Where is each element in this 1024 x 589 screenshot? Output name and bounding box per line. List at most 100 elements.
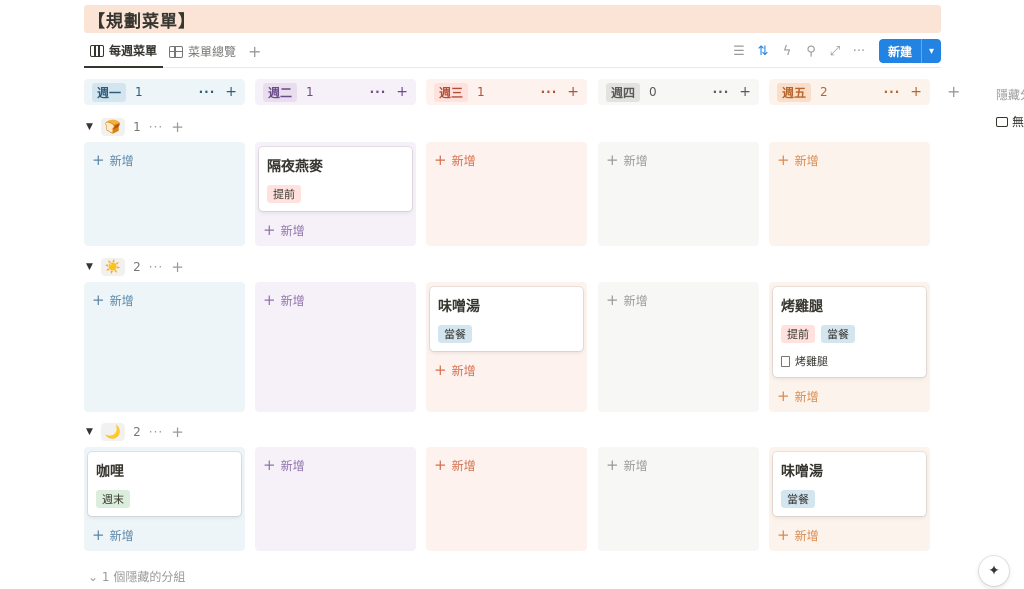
more-icon[interactable]: ··· xyxy=(199,85,216,99)
add-card-button[interactable]: + 新增 xyxy=(263,221,305,239)
filter-icon[interactable]: ☰ xyxy=(727,39,751,63)
add-card-button[interactable]: + 新增 xyxy=(606,456,648,474)
new-button-label[interactable]: 新建 xyxy=(879,39,921,63)
plus-icon[interactable]: + xyxy=(171,423,184,441)
more-icon[interactable]: ··· xyxy=(847,39,871,63)
column-count: 1 xyxy=(306,85,314,99)
plus-icon: + xyxy=(777,526,790,544)
add-label: 新增 xyxy=(623,458,648,473)
group-count: 2 xyxy=(133,260,141,274)
card-miso-soup-2[interactable]: 味噌湯 當餐 xyxy=(773,452,926,516)
column-header-wed[interactable]: 週三 1 ··· + xyxy=(426,79,587,105)
plus-icon[interactable]: + xyxy=(171,118,184,136)
add-card-button[interactable]: + 新增 xyxy=(434,456,476,474)
linked-page-title: 烤雞腿 xyxy=(795,355,828,368)
hidden-group-item[interactable]: 無 xyxy=(996,113,1024,130)
group-count: 1 xyxy=(133,120,141,134)
column-label: 週三 xyxy=(434,82,469,102)
add-label: 新增 xyxy=(280,458,305,473)
add-label: 新增 xyxy=(109,293,134,308)
collapse-triangle-icon[interactable]: ▼ xyxy=(86,427,93,437)
card-title: 咖哩 xyxy=(96,464,124,480)
card-miso-soup[interactable]: 味噌湯 當餐 xyxy=(430,287,583,351)
card-roast-chicken[interactable]: 烤雞腿 提前 當餐 烤雞腿 xyxy=(773,287,926,377)
hidden-group-name: 無 xyxy=(1012,115,1024,129)
add-view-button[interactable]: + xyxy=(242,42,267,61)
tag: 週末 xyxy=(96,490,130,508)
more-icon[interactable]: ··· xyxy=(713,85,730,99)
tab-weekly-menu[interactable]: 每週菜單 xyxy=(84,36,164,68)
plus-icon: + xyxy=(606,151,619,169)
collapse-triangle-icon[interactable]: ▼ xyxy=(86,122,93,132)
add-card-button[interactable]: + 新增 xyxy=(777,151,819,169)
group-header-dinner[interactable]: ▼ 🌙 2 ··· + xyxy=(86,421,184,443)
add-label: 新增 xyxy=(451,458,476,473)
add-label: 新增 xyxy=(451,153,476,168)
plus-icon[interactable]: + xyxy=(225,84,237,100)
sun-icon: ☀️ xyxy=(100,258,126,276)
tab-menu-overview[interactable]: 菜單總覽 xyxy=(163,36,242,68)
add-label: 新增 xyxy=(280,293,305,308)
group-header-breakfast[interactable]: ▼ 🍞 1 ··· + xyxy=(86,116,184,138)
card-curry[interactable]: 咖哩 週末 xyxy=(88,452,241,516)
add-label: 新增 xyxy=(794,389,819,404)
more-icon[interactable]: ··· xyxy=(884,85,901,99)
more-icon[interactable]: ··· xyxy=(149,120,163,134)
add-card-button[interactable]: + 新增 xyxy=(92,151,134,169)
column-count: 2 xyxy=(820,85,828,99)
more-icon[interactable]: ··· xyxy=(370,85,387,99)
add-card-button[interactable]: + 新增 xyxy=(777,387,819,405)
sparkle-icon: ✦ xyxy=(988,563,1000,579)
plus-icon: + xyxy=(606,291,619,309)
expand-icon[interactable]: ⤢ xyxy=(823,39,847,63)
more-icon[interactable]: ··· xyxy=(149,260,163,274)
automation-icon[interactable]: ϟ xyxy=(775,39,799,63)
view-toolbar: ☰ ⇅ ϟ ⚲ ⤢ ··· 新建 ▾ xyxy=(727,39,941,63)
column-header-mon[interactable]: 週一 1 ··· + xyxy=(84,79,245,105)
plus-icon[interactable]: + xyxy=(396,84,408,100)
inbox-icon xyxy=(996,116,1008,127)
add-card-button[interactable]: + 新增 xyxy=(92,291,134,309)
add-card-button[interactable]: + 新增 xyxy=(606,291,648,309)
more-icon[interactable]: ··· xyxy=(541,85,558,99)
add-card-button[interactable]: + 新增 xyxy=(434,361,476,379)
column-header-fri[interactable]: 週五 2 ··· + xyxy=(769,79,930,105)
plus-icon[interactable]: + xyxy=(567,84,579,100)
hidden-groups-text: 1 個隱藏的分組 xyxy=(101,570,186,584)
column-count: 0 xyxy=(649,85,657,99)
add-card-button[interactable]: + 新增 xyxy=(434,151,476,169)
column-header-tue[interactable]: 週二 1 ··· + xyxy=(255,79,416,105)
search-icon[interactable]: ⚲ xyxy=(799,39,823,63)
add-card-button[interactable]: + 新增 xyxy=(263,456,305,474)
linked-page[interactable]: 烤雞腿 xyxy=(781,353,918,369)
add-column-button[interactable]: + xyxy=(947,82,960,101)
sort-icon[interactable]: ⇅ xyxy=(751,39,775,63)
plus-icon[interactable]: + xyxy=(739,84,751,100)
more-icon[interactable]: ··· xyxy=(149,425,163,439)
group-header-lunch[interactable]: ▼ ☀️ 2 ··· + xyxy=(86,256,184,278)
ai-assistant-button[interactable]: ✦ xyxy=(979,556,1009,586)
new-button: 新建 ▾ xyxy=(878,39,941,63)
column-count: 1 xyxy=(135,85,143,99)
plus-icon: + xyxy=(777,387,790,405)
plus-icon[interactable]: + xyxy=(910,84,922,100)
add-card-button[interactable]: + 新增 xyxy=(263,291,305,309)
card-overnight-oats[interactable]: 隔夜燕麥 提前 xyxy=(259,147,412,211)
plus-icon[interactable]: + xyxy=(171,258,184,276)
chevron-down-icon[interactable]: ▾ xyxy=(921,39,941,63)
add-card-button[interactable]: + 新增 xyxy=(92,526,134,544)
collapse-triangle-icon[interactable]: ▼ xyxy=(86,262,93,272)
add-label: 新增 xyxy=(280,223,305,238)
add-card-button[interactable]: + 新增 xyxy=(777,526,819,544)
table-view-icon xyxy=(169,45,184,58)
card-title: 烤雞腿 xyxy=(781,299,823,315)
hidden-groups-toggle[interactable]: ⌄ 1 個隱藏的分組 xyxy=(88,568,185,585)
chevron-down-icon: ⌄ xyxy=(88,570,102,584)
plus-icon: + xyxy=(263,291,276,309)
column-header-thu[interactable]: 週四 0 ··· + xyxy=(598,79,759,105)
card-title: 味噌湯 xyxy=(781,464,823,480)
tab-label: 菜單總覽 xyxy=(188,45,237,59)
add-card-button[interactable]: + 新增 xyxy=(606,151,648,169)
plus-icon: + xyxy=(606,456,619,474)
column-label: 週二 xyxy=(263,82,298,102)
